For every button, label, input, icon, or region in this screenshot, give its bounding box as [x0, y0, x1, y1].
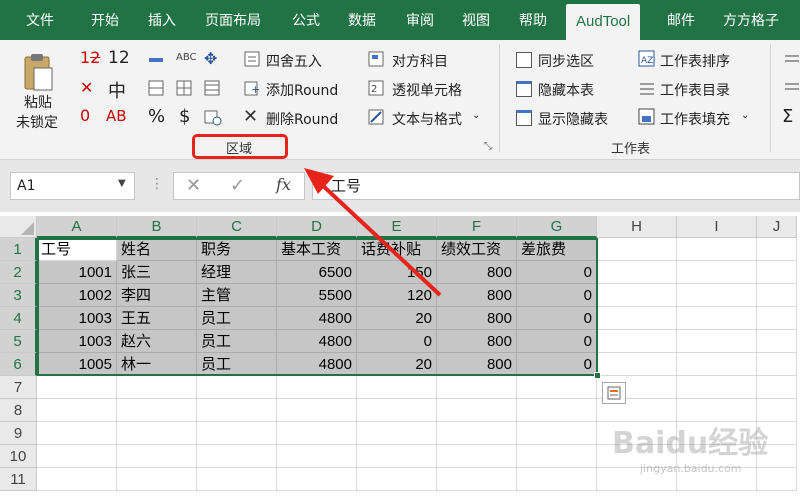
excel-window: 文件 开始 插入 页面布局 公式 数据 审阅 视图 帮助 邮件 方方格子 AudTool 粘贴 未锁定…: [0, 0, 800, 496]
watermark-url: jingyan.baidu.com: [640, 462, 742, 475]
watermark-logo: Baidu经验: [612, 426, 769, 461]
